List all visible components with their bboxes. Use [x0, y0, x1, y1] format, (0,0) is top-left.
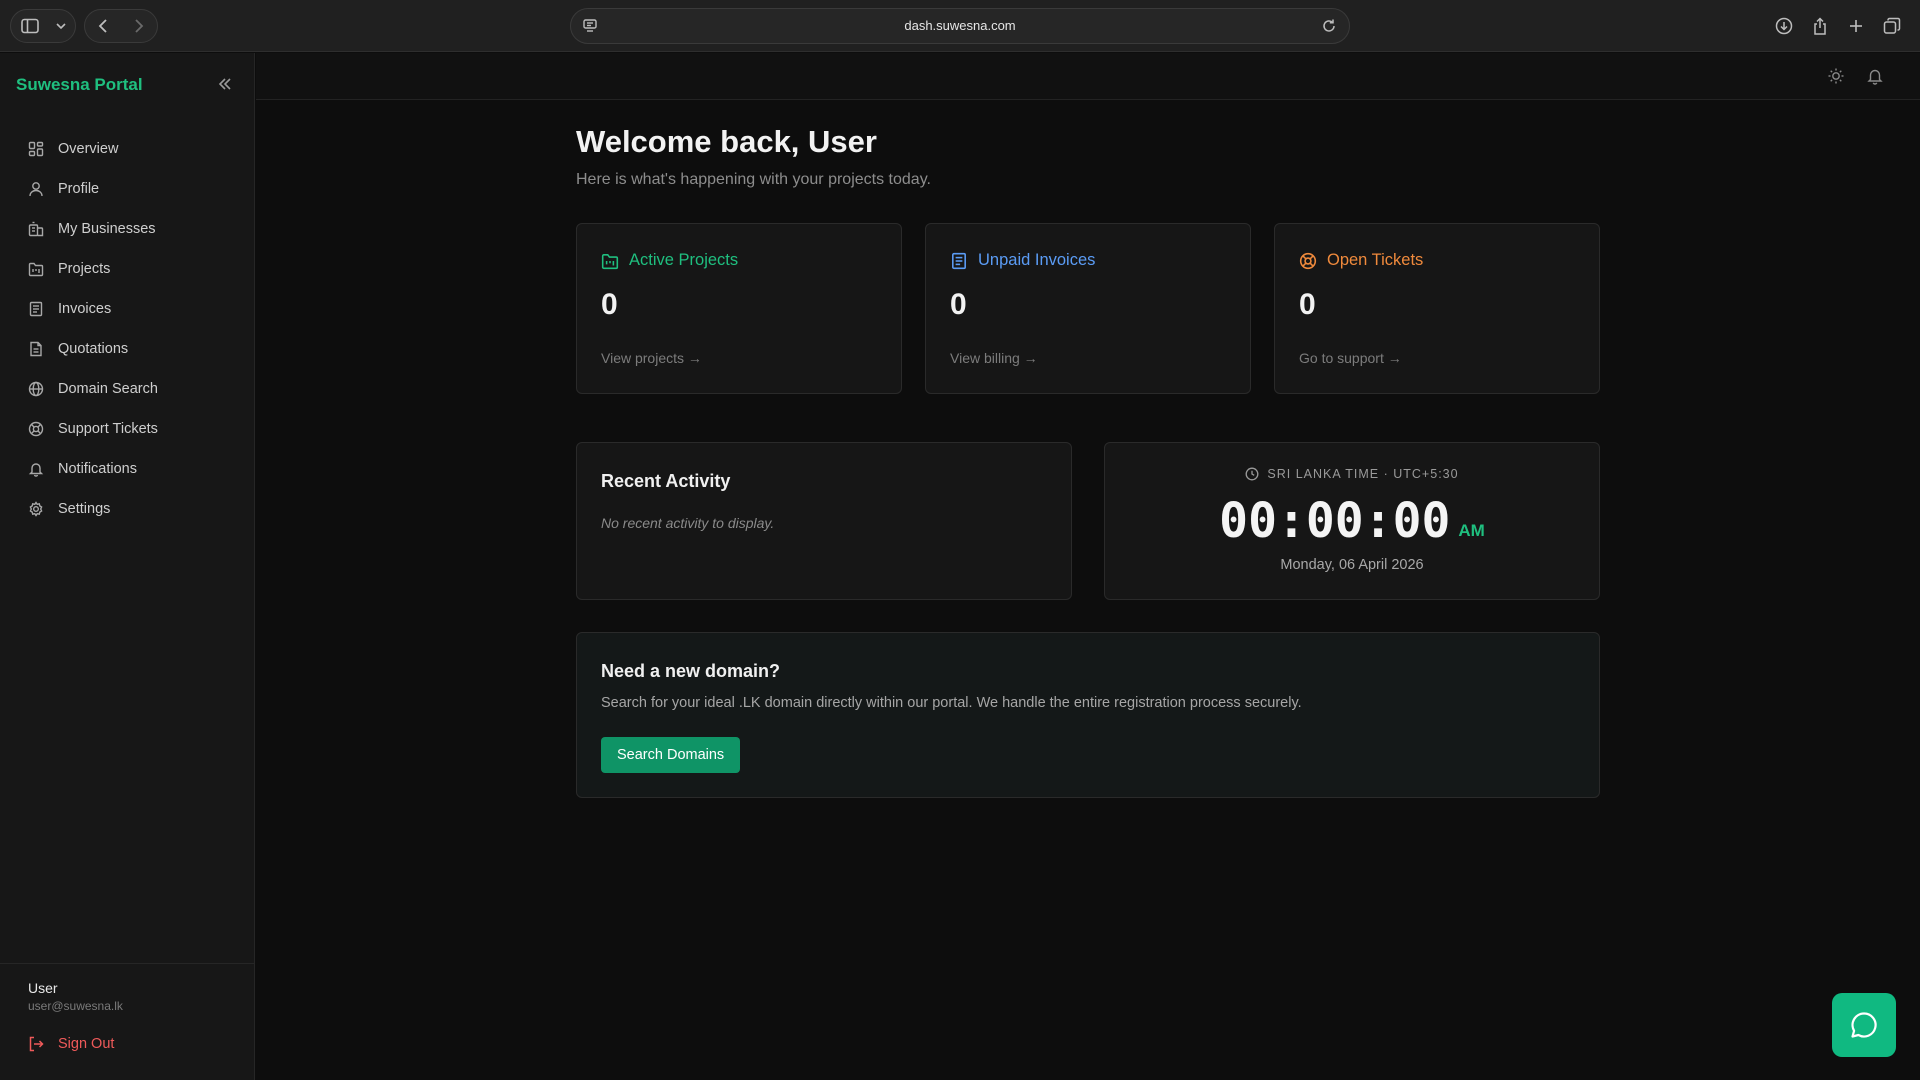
stat-value: 0 — [601, 288, 618, 321]
clock-card: SRI LANKA TIME · UTC+5:30 00:00:00 AM Mo… — [1104, 442, 1600, 600]
sidebar-toggle-icon[interactable] — [11, 9, 49, 43]
notifications-bell-icon[interactable] — [1866, 67, 1884, 85]
gear-icon — [28, 501, 44, 517]
sidebar-nav: Overview Profile My Businesses Projects … — [16, 129, 240, 529]
share-icon[interactable] — [1802, 9, 1838, 43]
sidebar-divider — [0, 963, 255, 964]
chevron-down-icon[interactable] — [49, 9, 73, 43]
sidebar-item-my-businesses[interactable]: My Businesses — [16, 209, 240, 249]
brand-title[interactable]: Suwesna Portal — [16, 75, 143, 95]
sidebar-item-label: Settings — [58, 501, 111, 517]
theme-toggle-icon[interactable] — [1827, 67, 1845, 85]
folder-kanban-icon — [601, 253, 619, 269]
browser-actions — [1766, 9, 1910, 43]
sidebar-item-domain-search[interactable]: Domain Search — [16, 369, 240, 409]
sidebar-item-settings[interactable]: Settings — [16, 489, 240, 529]
page-title: Welcome back, User — [576, 124, 877, 159]
sidebar-item-support-tickets[interactable]: Support Tickets — [16, 409, 240, 449]
back-icon[interactable] — [85, 9, 121, 43]
sidebar-item-label: Invoices — [58, 301, 112, 317]
sidebar-item-label: Quotations — [58, 341, 129, 357]
sign-out-button[interactable]: Sign Out — [28, 1036, 114, 1052]
browser-toolbar: dash.suwesna.com — [0, 0, 1920, 52]
forward-icon[interactable] — [121, 9, 157, 43]
sidebar-item-label: Profile — [58, 181, 100, 197]
go-to-support-link[interactable]: Go to support → — [1299, 350, 1402, 366]
folder-kanban-icon — [28, 261, 44, 277]
collapse-sidebar-icon[interactable] — [216, 75, 234, 93]
clock-label: SRI LANKA TIME · UTC+5:30 — [1105, 467, 1599, 481]
sidebar-toggle-group[interactable] — [10, 9, 76, 43]
stat-value: 0 — [950, 288, 967, 321]
clock-digits: 00:00:00 — [1219, 493, 1451, 549]
stat-card-unpaid-invoices: Unpaid Invoices 0 View billing → — [925, 223, 1251, 394]
receipt-icon — [952, 252, 966, 269]
sidebar-item-overview[interactable]: Overview — [16, 129, 240, 169]
building-icon — [28, 221, 44, 237]
timezone-label: SRI LANKA TIME · UTC+5:30 — [1267, 467, 1459, 481]
sidebar-item-projects[interactable]: Projects — [16, 249, 240, 289]
recent-activity-empty: No recent activity to display. — [601, 515, 775, 531]
page-subtitle: Here is what's happening with your proje… — [576, 171, 931, 188]
download-icon[interactable] — [1766, 9, 1802, 43]
stat-label: Active Projects — [629, 251, 739, 269]
sidebar-item-notifications[interactable]: Notifications — [16, 449, 240, 489]
life-buoy-icon — [1299, 252, 1317, 269]
logout-icon — [29, 1036, 44, 1052]
life-buoy-icon — [28, 421, 44, 437]
sidebar-item-label: Notifications — [58, 461, 137, 477]
file-text-icon — [28, 341, 44, 357]
sidebar-item-label: Overview — [58, 141, 119, 157]
clock-ampm: AM — [1458, 521, 1485, 540]
clock-date: Monday, 06 April 2026 — [1280, 557, 1424, 573]
nav-buttons — [84, 9, 158, 43]
sidebar-item-label: My Businesses — [58, 221, 156, 237]
grid-icon — [28, 141, 44, 157]
promo-text: Search for your ideal .LK domain directl… — [601, 695, 1302, 711]
sidebar-item-quotations[interactable]: Quotations — [16, 329, 240, 369]
view-projects-link[interactable]: View projects → — [601, 350, 702, 366]
user-info: User user@suwesna.lk — [28, 980, 123, 1013]
user-icon — [28, 181, 44, 197]
stat-value: 0 — [1299, 288, 1316, 321]
stat-header: Unpaid Invoices — [950, 251, 1095, 270]
receipt-icon — [28, 301, 44, 317]
stat-label: Open Tickets — [1327, 251, 1424, 269]
sign-out-label: Sign Out — [58, 1036, 115, 1052]
topbar — [256, 53, 1920, 100]
view-billing-link[interactable]: View billing → — [950, 350, 1038, 366]
sidebar-item-label: Projects — [58, 261, 111, 277]
sidebar-item-profile[interactable]: Profile — [16, 169, 240, 209]
chat-bubble-icon — [1851, 1012, 1877, 1038]
clock-icon — [1245, 467, 1259, 481]
sidebar-item-invoices[interactable]: Invoices — [16, 289, 240, 329]
url-text: dash.suwesna.com — [904, 18, 1016, 33]
stat-header: Active Projects — [601, 251, 738, 270]
promo-title: Need a new domain? — [601, 661, 781, 681]
sidebar: Suwesna Portal Overview Profile My Busin… — [0, 53, 255, 1080]
user-name: User — [28, 980, 58, 996]
user-email: user@suwesna.lk — [28, 999, 123, 1013]
search-domains-button[interactable]: Search Domains — [601, 737, 741, 773]
sidebar-item-label: Support Tickets — [58, 421, 158, 437]
stat-card-active-projects: Active Projects 0 View projects → — [576, 223, 902, 394]
recent-activity-title: Recent Activity — [601, 471, 731, 491]
address-bar[interactable]: dash.suwesna.com — [570, 8, 1350, 44]
stat-header: Open Tickets — [1299, 251, 1423, 270]
tabs-overview-icon[interactable] — [1874, 9, 1910, 43]
reload-icon[interactable] — [1321, 18, 1337, 34]
chat-button[interactable] — [1832, 993, 1896, 1057]
bell-icon — [28, 461, 44, 477]
stat-card-open-tickets: Open Tickets 0 Go to support → — [1274, 223, 1600, 394]
clock-time: 00:00:00 AM — [1105, 493, 1599, 549]
domain-promo-card: Need a new domain? Search for your ideal… — [576, 632, 1600, 798]
new-tab-icon[interactable] — [1838, 9, 1874, 43]
recent-activity-card: Recent Activity No recent activity to di… — [576, 442, 1072, 600]
sidebar-item-label: Domain Search — [58, 381, 158, 397]
globe-icon — [28, 381, 44, 397]
stat-label: Unpaid Invoices — [978, 251, 1096, 269]
